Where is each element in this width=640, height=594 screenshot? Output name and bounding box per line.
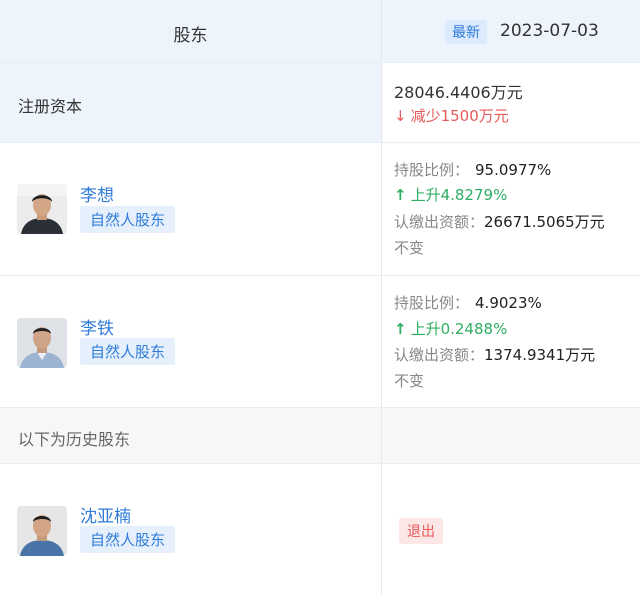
ratio-change-text: 上升0.2488% [410, 320, 508, 338]
shareholder-name[interactable]: 李铁 [80, 314, 114, 339]
header-right-cell: 最新 2023-07-03 [381, 0, 640, 62]
shareholder-name[interactable]: 沈亚楠 [80, 502, 131, 527]
shareholder-row: 李铁 自然人股东 持股比例： 4.9023% ↑ 上升0.2488% 认缴出资额：1… [0, 276, 640, 408]
subscribed-capital: 认缴出资额：1374.9341万元 [394, 344, 595, 365]
capital-amount: 28046.4406万元 [394, 83, 523, 102]
subscribed-value: 26671.5065万元 [484, 213, 605, 231]
history-divider-row: 以下为历史股东 [0, 408, 640, 464]
latest-badge: 最新 [445, 20, 487, 44]
table-header: 股东 最新 2023-07-03 [0, 0, 640, 63]
subscribed-label: 认缴出资额： [394, 213, 485, 231]
subscribed-capital: 认缴出资额：26671.5065万元 [394, 211, 605, 232]
capital-change: ↓ 减少1500万元 [394, 105, 509, 126]
shareholder-table: 股东 最新 2023-07-03 注册资本 28046.4406万元 ↓ 减少15… [0, 0, 640, 594]
shareholder-type-tag: 自然人股东 [80, 526, 176, 553]
up-arrow-icon: ↑ [394, 320, 407, 338]
shareholder-info-cell: 李铁 自然人股东 [0, 276, 381, 407]
capital-value-cell: 28046.4406万元 ↓ 减少1500万元 [381, 63, 640, 142]
shareholder-status-cell: 退出 [381, 464, 640, 594]
up-arrow-icon: ↑ [394, 186, 407, 204]
shareholder-info-cell: 李想 自然人股东 [0, 143, 381, 275]
subscribed-value: 1374.9341万元 [484, 346, 596, 364]
shareholder-name[interactable]: 李想 [80, 181, 114, 206]
exit-status-badge: 退出 [399, 518, 443, 544]
capital-label-cell: 注册资本 [0, 63, 381, 142]
shareholder-type-tag: 自然人股东 [80, 206, 176, 233]
shareholder-info-cell: 沈亚楠 自然人股东 [0, 464, 381, 594]
down-arrow-icon: ↓ [394, 107, 407, 125]
person-avatar-icon [17, 506, 67, 556]
avatar[interactable] [17, 318, 67, 368]
avatar[interactable] [17, 506, 67, 556]
holding-ratio: 持股比例： 4.9023% [394, 292, 542, 313]
holding-ratio-label: 持股比例： [394, 161, 470, 179]
subscribed-change: 不变 [394, 239, 425, 257]
historical-shareholder-row: 沈亚楠 自然人股东 退出 [0, 464, 640, 594]
holding-ratio-value: 95.0977% [475, 161, 552, 179]
shareholder-column-title: 股东 [173, 26, 208, 46]
ratio-change-text: 上升4.8279% [410, 186, 508, 204]
holding-ratio-label: 持股比例： [394, 294, 470, 312]
header-left-cell: 股东 [0, 0, 381, 62]
holding-ratio-value: 4.9023% [475, 294, 542, 312]
shareholder-stats-cell: 持股比例： 95.0977% ↑ 上升4.8279% 认缴出资额：26671.506… [381, 143, 640, 275]
person-avatar-icon [17, 184, 67, 234]
ratio-change: ↑ 上升4.8279% [394, 184, 507, 205]
person-avatar-icon [17, 318, 67, 368]
holding-ratio: 持股比例： 95.0977% [394, 159, 551, 180]
subscribed-label: 认缴出资额： [394, 346, 485, 364]
history-empty-cell [381, 408, 640, 463]
header-date: 2023-07-03 [500, 21, 599, 41]
shareholder-row: 李想 自然人股东 持股比例： 95.0977% ↑ 上升4.8279% 认缴出资额：… [0, 143, 640, 276]
shareholder-stats-cell: 持股比例： 4.9023% ↑ 上升0.2488% 认缴出资额：1374.9341万… [381, 276, 640, 407]
subscribed-change: 不变 [394, 372, 425, 390]
capital-change-text: 减少1500万元 [410, 107, 509, 125]
shareholder-type-tag: 自然人股东 [80, 338, 176, 365]
history-label: 以下为历史股东 [18, 430, 131, 449]
ratio-change: ↑ 上升0.2488% [394, 318, 507, 339]
avatar[interactable] [17, 184, 67, 234]
registered-capital-row: 注册资本 28046.4406万元 ↓ 减少1500万元 [0, 63, 640, 143]
history-label-cell: 以下为历史股东 [0, 408, 381, 463]
capital-label: 注册资本 [18, 97, 83, 116]
